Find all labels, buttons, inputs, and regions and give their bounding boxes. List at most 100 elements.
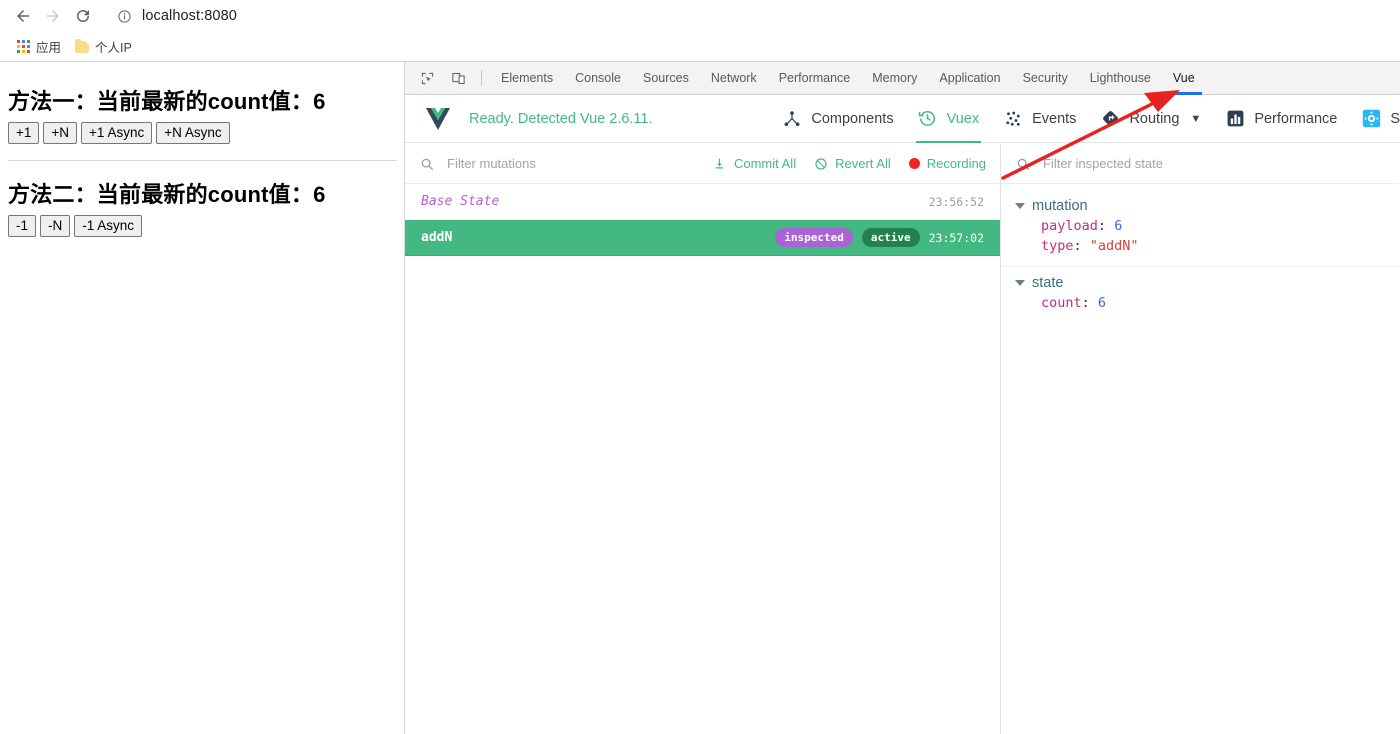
mutations-filter-input[interactable]: [445, 155, 713, 172]
reload-icon[interactable]: [68, 1, 98, 31]
inspector-group-mutation-header[interactable]: mutation: [1001, 196, 1399, 216]
screenshot-root: localhost:8080 应用 个人IP 方法一：当前最新的count值：6…: [0, 0, 1400, 734]
folder-icon: [75, 38, 90, 53]
bookmark-personal-ip-label: 个人IP: [95, 41, 132, 55]
address-bar[interactable]: localhost:8080: [108, 3, 1400, 29]
vue-tab-routing-label: Routing: [1129, 110, 1180, 127]
inspector-pane: mutation payload: 6 type: "addN": [1001, 144, 1399, 734]
back-arrow-icon[interactable]: [8, 1, 38, 31]
tab-network[interactable]: Network: [700, 62, 768, 95]
bookmark-bar: 应用 个人IP: [0, 32, 1400, 61]
entry-colon: :: [1081, 295, 1090, 311]
search-icon: [1015, 156, 1031, 172]
vue-tab-vuex[interactable]: Vuex: [906, 95, 992, 143]
method-one-heading: 方法一：当前最新的count值：6: [8, 89, 326, 114]
method-one-button-row: +1 +N +1 Async +N Async: [0, 116, 405, 144]
apps-grid-icon: [17, 40, 30, 53]
tab-vue[interactable]: Vue: [1162, 62, 1206, 95]
decrement-1-button[interactable]: -1: [8, 215, 37, 237]
inspector-filter-input[interactable]: [1041, 155, 1385, 172]
vue-tab-performance-label: Performance: [1254, 110, 1338, 127]
recording-label: Recording: [926, 156, 986, 171]
devtools-panel: Elements Console Sources Network Perform…: [405, 62, 1400, 734]
tab-performance[interactable]: Performance: [768, 62, 862, 95]
vue-tab-settings[interactable]: S: [1349, 95, 1400, 143]
inspector-entry-count[interactable]: count: 6: [1001, 293, 1399, 313]
mutation-row-addn[interactable]: addN inspected active 23:57:02: [405, 220, 1000, 256]
mutation-time: 23:56:52: [928, 194, 984, 209]
vue-tab-components-label: Components: [811, 110, 894, 127]
revert-all-button[interactable]: Revert All: [814, 156, 891, 171]
inspect-element-icon[interactable]: [414, 66, 440, 90]
mutations-list: Base State 23:56:52 addN inspected activ…: [405, 184, 1000, 734]
vue-tab-settings-label: S: [1390, 110, 1400, 127]
entry-colon: :: [1097, 218, 1107, 234]
tab-elements[interactable]: Elements: [490, 62, 564, 95]
vue-tab-routing[interactable]: Routing ▼: [1088, 95, 1213, 143]
download-commit-icon: [713, 157, 727, 171]
tab-sources[interactable]: Sources: [632, 62, 700, 95]
entry-colon: :: [1073, 238, 1082, 254]
vue-devtools-toolbar: Ready. Detected Vue 2.6.11. Components V…: [405, 95, 1400, 143]
bookmark-apps-label: 应用: [36, 41, 62, 55]
mutations-actions: Commit All Revert All Recording: [713, 156, 986, 171]
badge-active: active: [861, 228, 920, 247]
chevron-down-icon[interactable]: ▼: [1190, 113, 1201, 125]
mutation-row-meta: inspected active 23:57:02: [775, 228, 984, 247]
vue-tab-performance[interactable]: Performance: [1213, 95, 1349, 143]
commit-all-label: Commit All: [733, 156, 797, 171]
entry-value: "addN": [1089, 238, 1139, 254]
mutation-name: Base State: [421, 194, 500, 209]
vue-tabs: Components Vuex Events Routing ▼ Perform…: [770, 95, 1400, 143]
tab-lighthouse[interactable]: Lighthouse: [1079, 62, 1162, 95]
events-dots-icon: [1003, 109, 1023, 129]
vue-tab-events-label: Events: [1032, 110, 1077, 127]
vue-tab-components[interactable]: Components: [770, 95, 905, 143]
increment-n-async-button[interactable]: +N Async: [156, 122, 230, 144]
increment-n-button[interactable]: +N: [43, 122, 78, 144]
commit-all-button[interactable]: Commit All: [713, 156, 796, 171]
decrement-n-button[interactable]: -N: [40, 215, 71, 237]
inspector-entry-type[interactable]: type: "addN": [1001, 236, 1399, 256]
toolbar-separator: [481, 70, 482, 86]
bookmark-personal-ip[interactable]: 个人IP: [68, 36, 139, 58]
page-info-icon[interactable]: [114, 6, 134, 26]
vue-tab-vuex-label: Vuex: [946, 110, 980, 127]
browser-nav-bar: localhost:8080: [0, 0, 1400, 32]
inspector-group-state-header[interactable]: state: [1001, 273, 1399, 293]
entry-key: type: [1041, 238, 1074, 254]
bookmark-apps[interactable]: 应用: [10, 36, 68, 58]
increment-1-async-button[interactable]: +1 Async: [81, 122, 153, 144]
inspector-body: mutation payload: 6 type: "addN" state c…: [1001, 184, 1399, 734]
revert-all-label: Revert All: [835, 156, 891, 171]
revert-circle-slash-icon: [814, 157, 828, 171]
vue-tab-events[interactable]: Events: [991, 95, 1088, 143]
forward-arrow-icon: [38, 1, 68, 31]
inspector-entry-payload[interactable]: payload: 6: [1001, 216, 1399, 236]
tab-console[interactable]: Console: [564, 62, 632, 95]
search-icon: [419, 156, 435, 172]
triangle-down-icon: [1015, 203, 1025, 209]
entry-key: payload: [1041, 218, 1098, 234]
increment-1-button[interactable]: +1: [8, 122, 40, 144]
entry-value: 6: [1114, 218, 1123, 234]
tab-security[interactable]: Security: [1012, 62, 1079, 95]
tab-memory[interactable]: Memory: [861, 62, 928, 95]
recording-toggle[interactable]: Recording: [908, 156, 986, 171]
mutation-row-meta: 23:56:52: [929, 195, 984, 209]
inspector-group-state: state count: 6: [1001, 267, 1399, 323]
inspector-group-title: state: [1032, 275, 1064, 291]
component-tree-icon: [782, 109, 802, 129]
inspector-filter-bar: [1001, 144, 1399, 184]
inspector-group-title: mutation: [1032, 198, 1088, 214]
bar-chart-icon: [1225, 109, 1245, 129]
routing-arrow-icon: [1100, 109, 1120, 129]
devtools-tool-icons: [405, 66, 490, 90]
device-toolbar-icon[interactable]: [445, 66, 471, 90]
mutation-row-base-state[interactable]: Base State 23:56:52: [405, 184, 1000, 220]
tab-application[interactable]: Application: [928, 62, 1011, 95]
triangle-down-icon: [1015, 280, 1025, 286]
decrement-1-async-button[interactable]: -1 Async: [74, 215, 143, 237]
vue-status-text: Ready. Detected Vue 2.6.11.: [469, 110, 653, 127]
vue-logo-icon: [425, 107, 451, 131]
